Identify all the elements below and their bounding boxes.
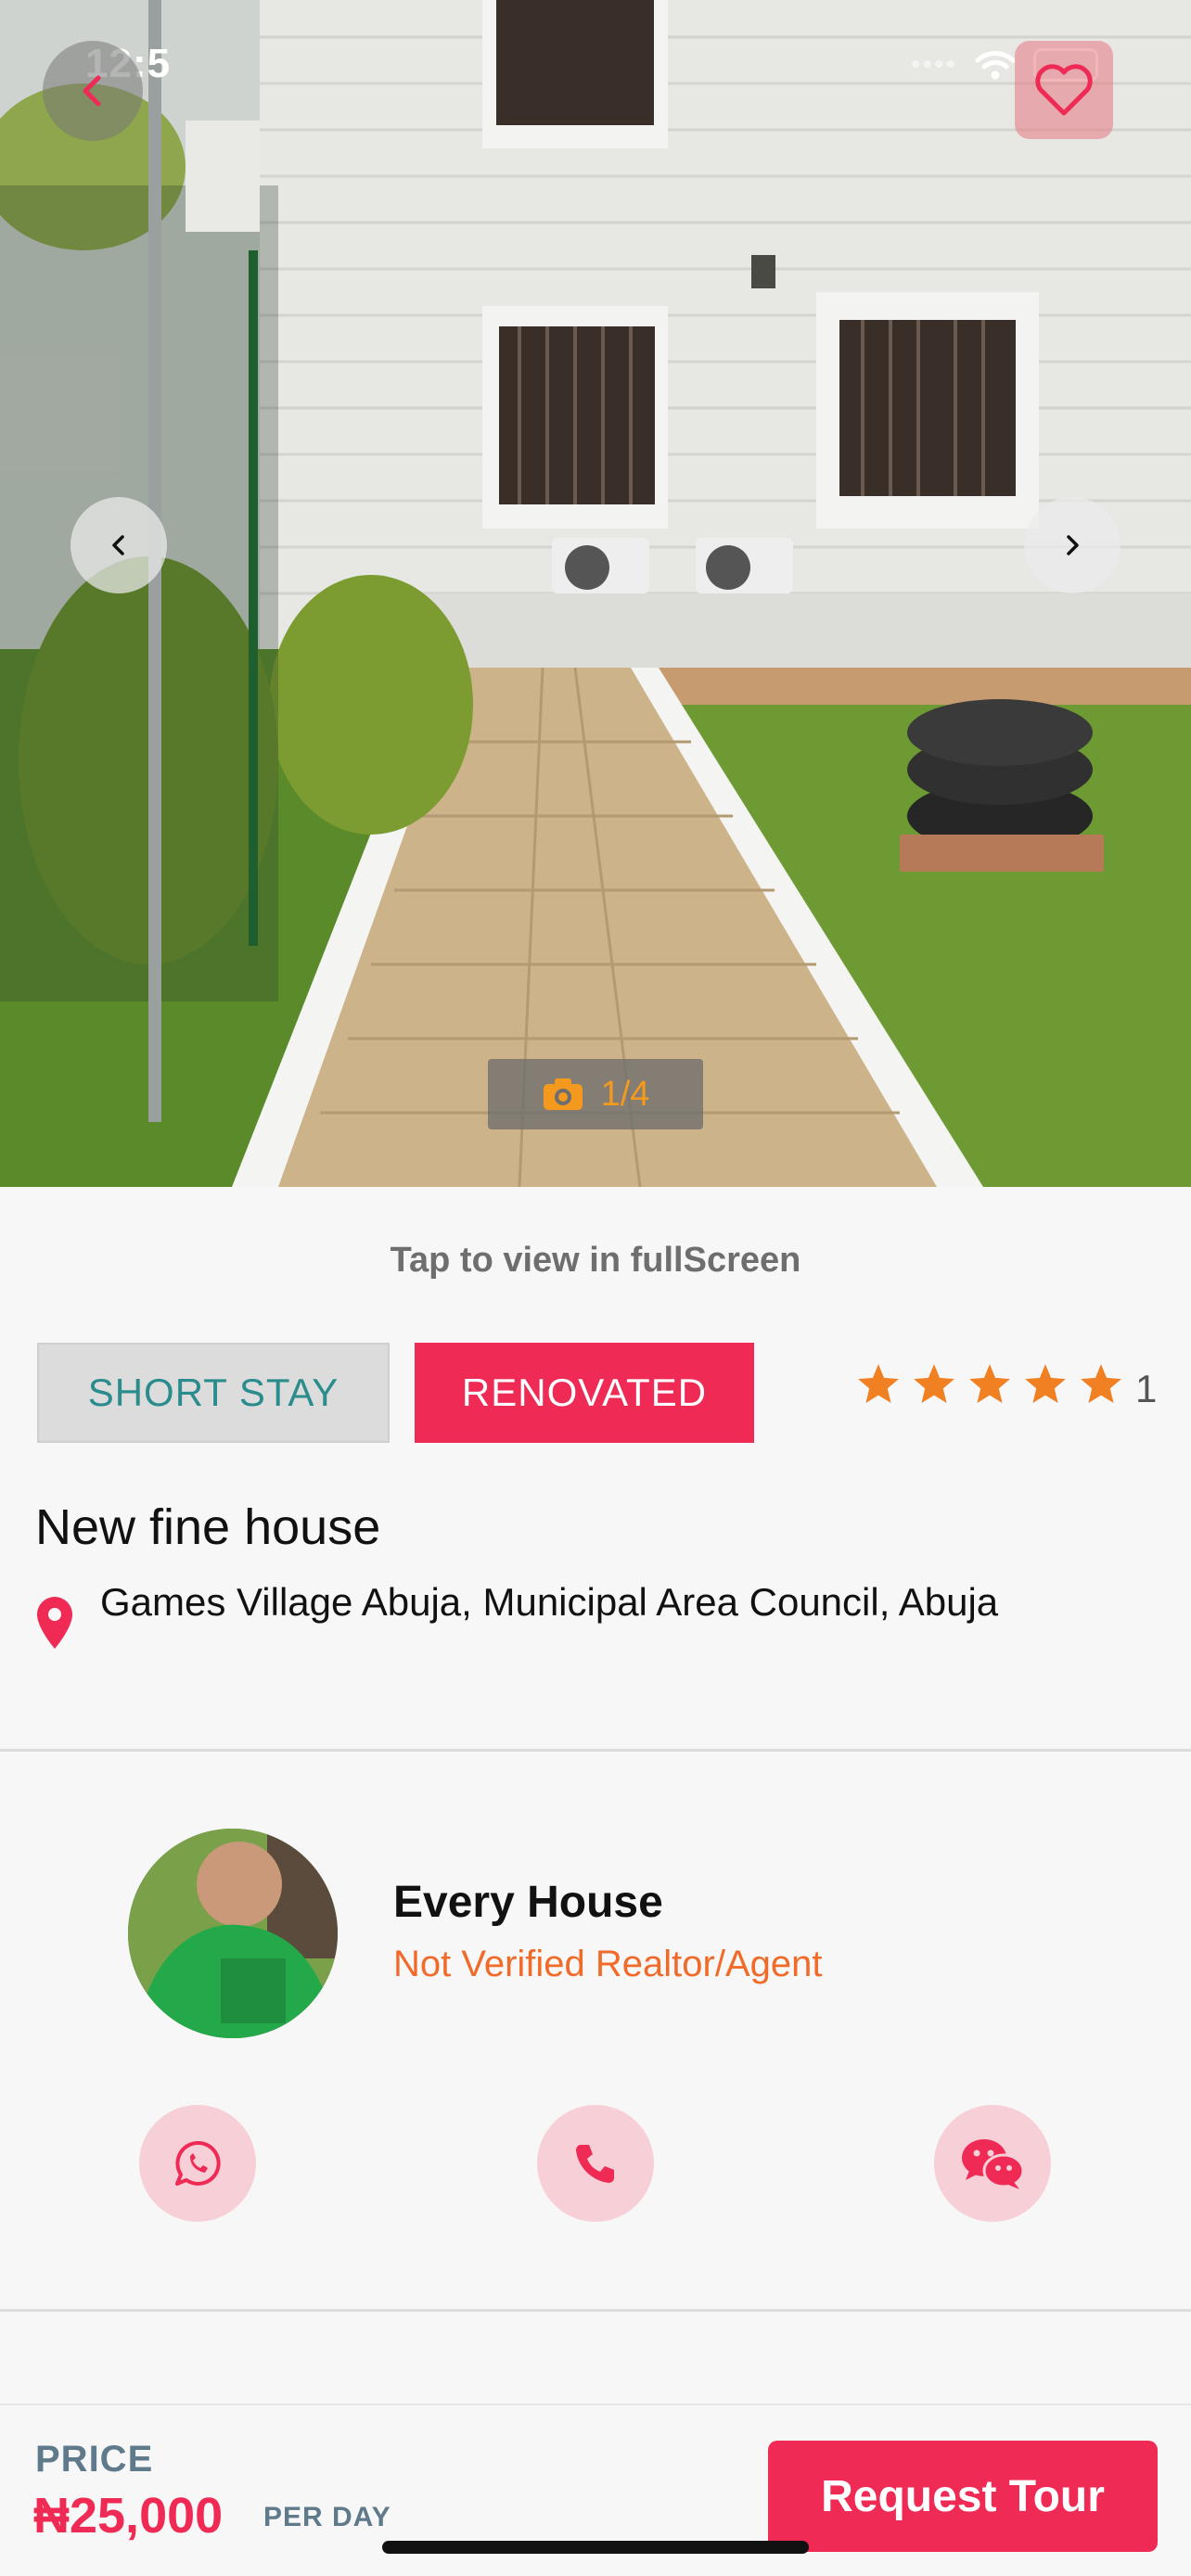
location-pin-icon (37, 1597, 72, 1649)
listing-address: Games Village Abuja, Municipal Area Coun… (100, 1580, 999, 1624)
agent-name: Every House (393, 1878, 663, 1927)
star-icon (1081, 1364, 1121, 1403)
agent-photo (128, 1829, 338, 2038)
signal-icon: •••• (910, 49, 957, 80)
request-tour-button[interactable]: Request Tour (768, 2441, 1158, 2552)
next-photo-button[interactable] (1024, 497, 1121, 593)
home-indicator (382, 2541, 809, 2554)
chevron-left-icon (83, 75, 101, 107)
agent-avatar[interactable] (128, 1829, 338, 2038)
star-icon (969, 1364, 1010, 1403)
chevron-right-icon (1067, 535, 1079, 555)
agent-verification-status: Not Verified Realtor/Agent (393, 1944, 823, 1984)
fullscreen-hint[interactable]: Tap to view in fullScreen (0, 1241, 1191, 1281)
camera-icon (543, 1078, 583, 1110)
star-icon (914, 1364, 954, 1403)
whatsapp-button[interactable] (139, 2105, 256, 2222)
property-photo[interactable] (0, 0, 1191, 1187)
wifi-icon (975, 51, 1016, 80)
whatsapp-icon (175, 2140, 221, 2186)
price-unit: PER DAY (263, 2502, 391, 2532)
call-button[interactable] (537, 2105, 654, 2222)
heart-icon (1035, 64, 1093, 116)
wechat-icon (962, 2139, 1025, 2189)
renovated-tag: RENOVATED (415, 1343, 754, 1443)
short-stay-tag: SHORT STAY (37, 1343, 390, 1443)
listing-title: New fine house (35, 1499, 381, 1555)
phone-icon (576, 2145, 614, 2183)
previous-photo-button[interactable] (70, 497, 167, 593)
photo-counter-text: 1/4 (600, 1074, 650, 1114)
back-button[interactable] (43, 41, 143, 141)
price-value: ₦25,000 (33, 2488, 224, 2544)
star-icon (1025, 1364, 1066, 1403)
rating-stars (855, 1361, 1124, 1408)
photo-counter: 1/4 (488, 1059, 703, 1129)
star-icon (858, 1364, 899, 1403)
divider (0, 2309, 1191, 2312)
chevron-left-icon (112, 535, 124, 555)
favorite-button[interactable] (1015, 41, 1113, 139)
price-label: PRICE (35, 2439, 154, 2480)
property-photo-image (0, 0, 1191, 1187)
divider (0, 1749, 1191, 1752)
rating-count: 1 (1135, 1367, 1158, 1410)
wechat-button[interactable] (934, 2105, 1051, 2222)
